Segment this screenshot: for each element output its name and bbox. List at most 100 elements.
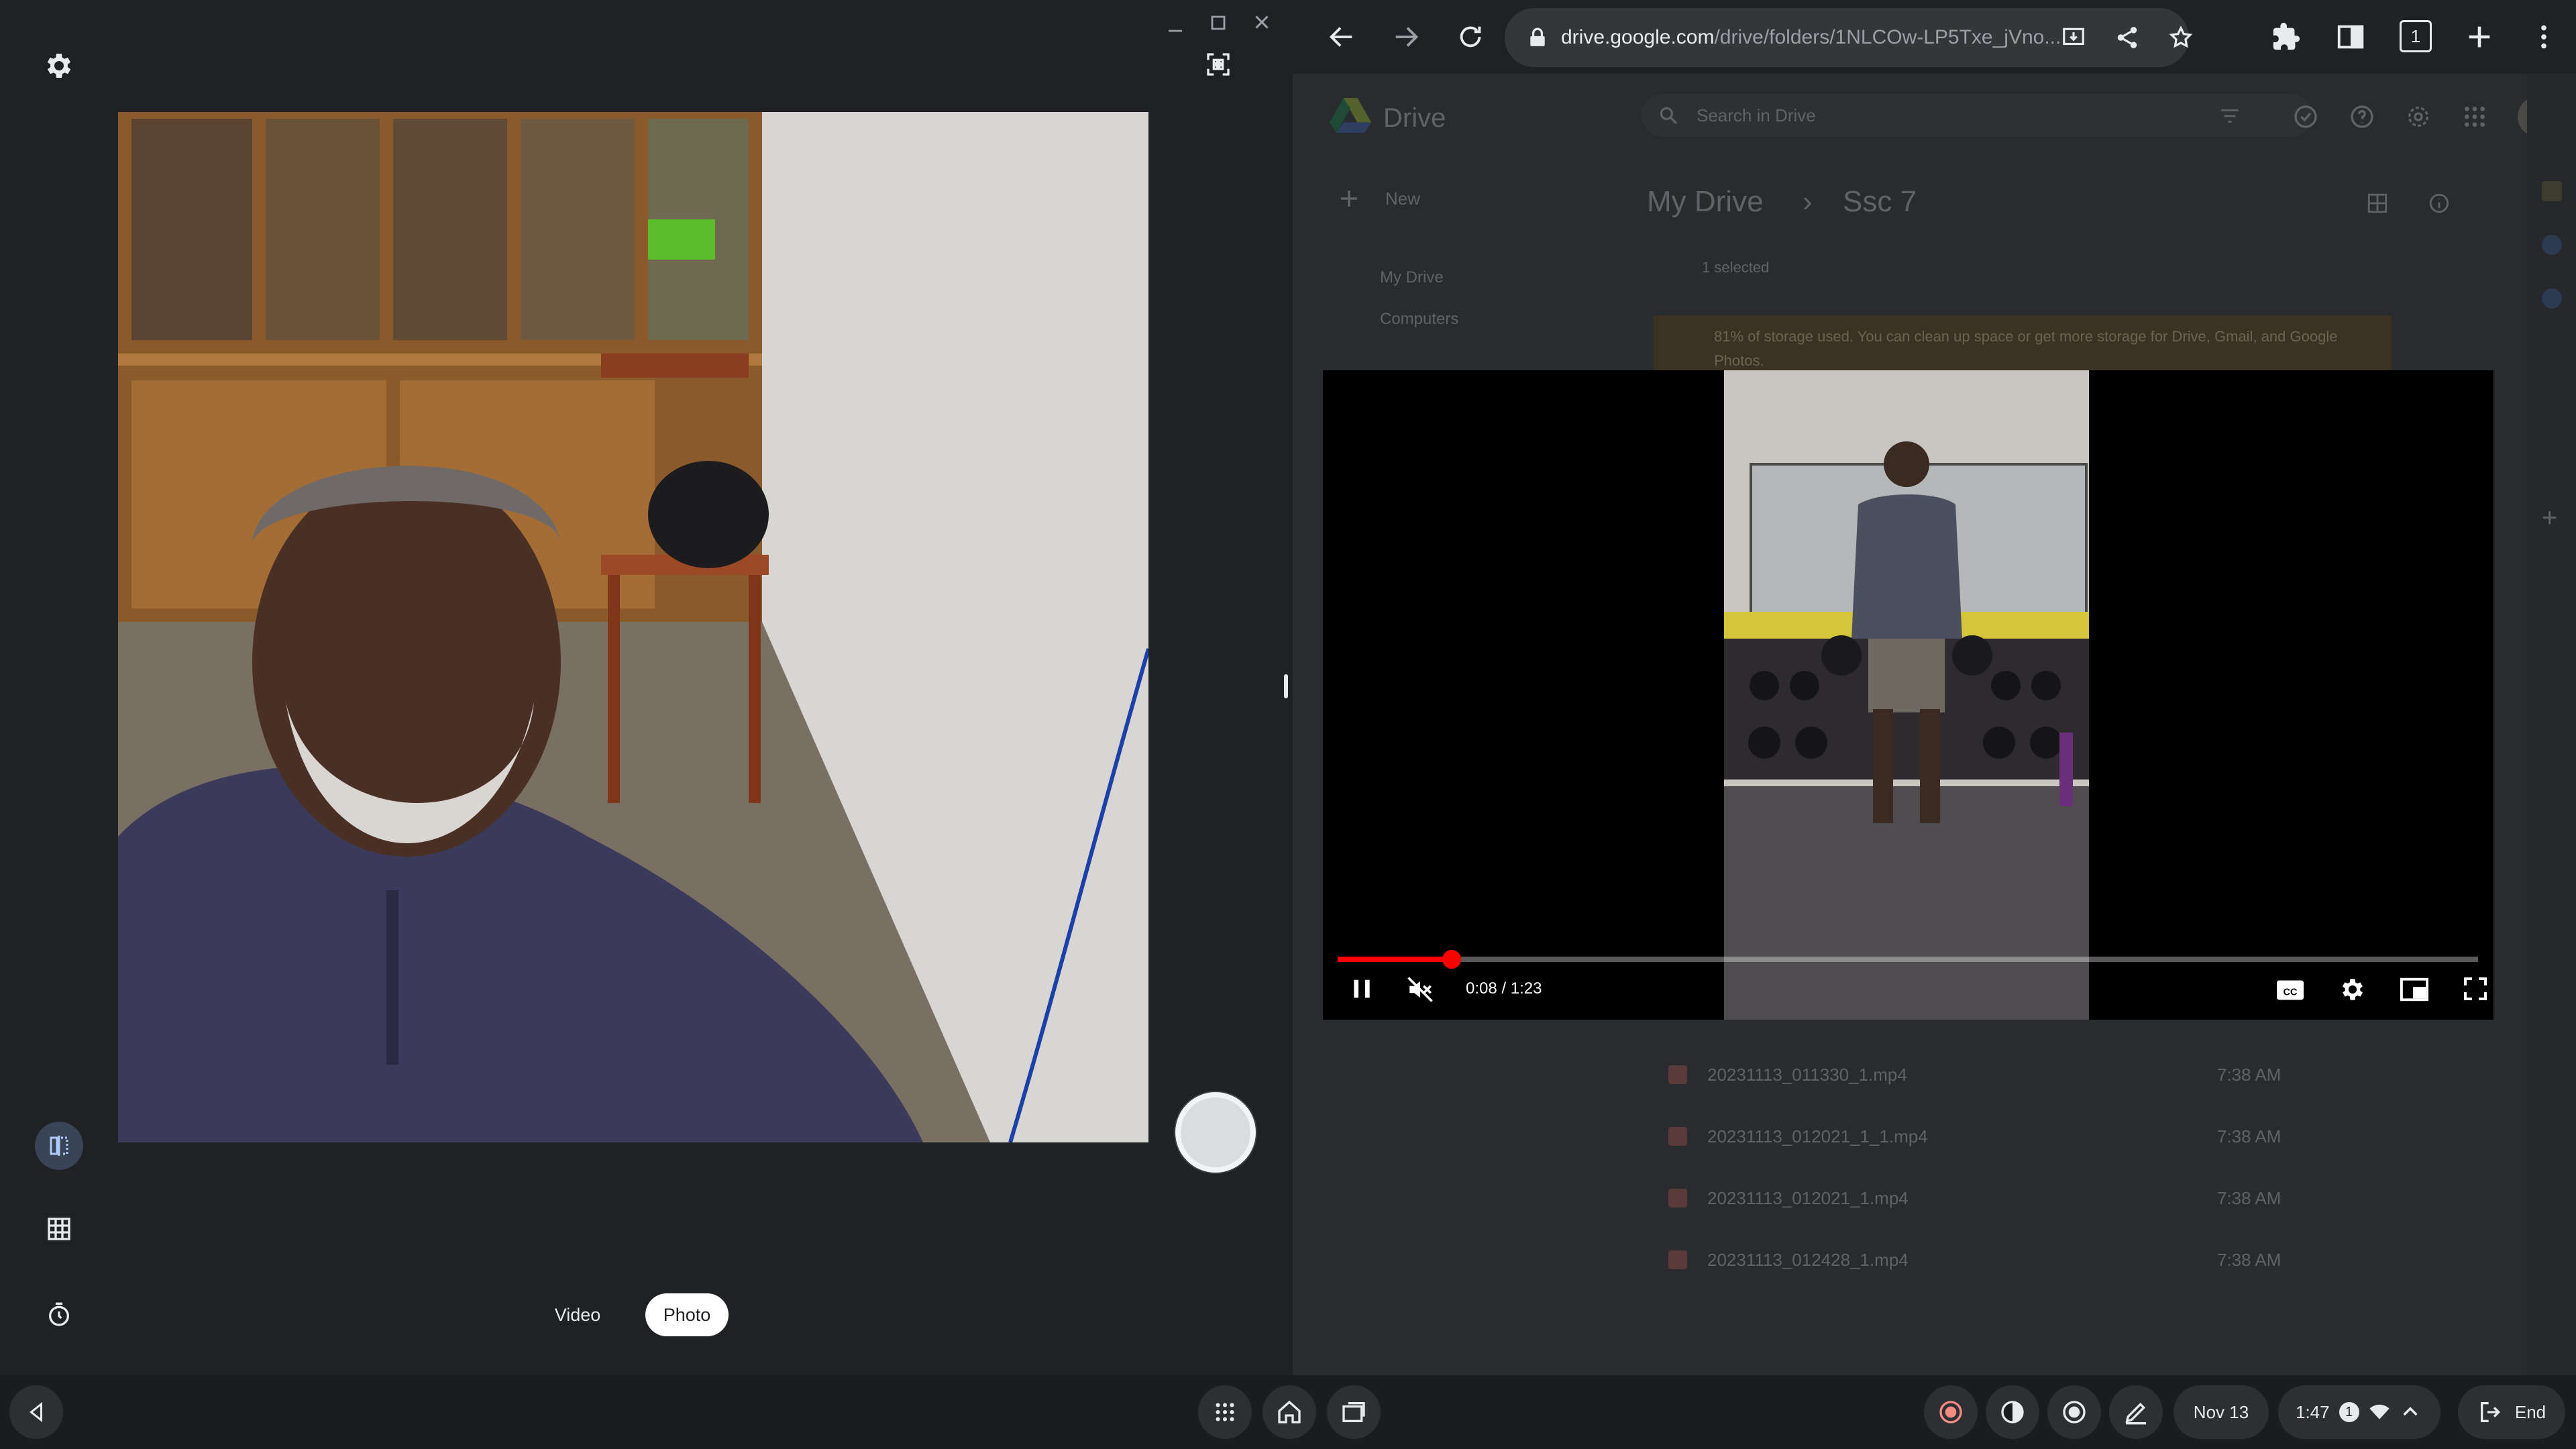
back-icon[interactable] bbox=[1326, 21, 1357, 52]
browser-menu-icon[interactable] bbox=[2528, 21, 2559, 52]
back-gesture-icon[interactable] bbox=[9, 1385, 63, 1439]
drive-settings-icon[interactable] bbox=[2405, 103, 2432, 137]
drive-search-placeholder: Search in Drive bbox=[1697, 105, 1816, 125]
forward-icon[interactable] bbox=[1391, 21, 1421, 52]
apps-grid-icon[interactable] bbox=[2461, 103, 2488, 137]
camera-viewfinder bbox=[118, 112, 1148, 1142]
selfie-cam-icon[interactable] bbox=[2047, 1385, 2101, 1439]
file-row[interactable]: 20231113_012021_1_1.mp4 7:38 AM bbox=[1668, 1106, 2500, 1167]
overview-icon[interactable] bbox=[1327, 1385, 1381, 1439]
end-session-label: End bbox=[2514, 1401, 2546, 1422]
storage-banner: 81% of storage used. You can clean up sp… bbox=[1654, 315, 2392, 376]
video-time-display: 0:08 / 1:23 bbox=[1466, 979, 1542, 998]
drive-new-label: New bbox=[1385, 188, 1421, 209]
offline-status-icon[interactable] bbox=[2292, 103, 2319, 137]
mode-photo-button[interactable]: Photo bbox=[645, 1293, 729, 1336]
video-file-icon bbox=[1668, 1189, 1687, 1208]
captions-icon[interactable]: CC bbox=[2275, 977, 2305, 1004]
system-shelf: Nov 13 1:47 1 End bbox=[0, 1375, 2576, 1449]
video-file-icon bbox=[1668, 1127, 1687, 1146]
file-time: 7:38 AM bbox=[2217, 1064, 2282, 1085]
nav-item-computers[interactable]: Computers bbox=[1380, 310, 1458, 329]
selection-count: 1 selected bbox=[1702, 259, 1770, 276]
drive-new-button[interactable]: New bbox=[1337, 186, 1420, 211]
share-icon[interactable] bbox=[2114, 25, 2140, 50]
search-filter-icon[interactable] bbox=[2218, 105, 2241, 127]
file-name: 20231113_012021_1.mp4 bbox=[1707, 1187, 1909, 1208]
mute-icon[interactable] bbox=[1406, 975, 1434, 1004]
camera-settings-icon[interactable] bbox=[43, 50, 75, 82]
file-name: 20231113_011330_1.mp4 bbox=[1707, 1064, 1907, 1085]
video-settings-icon[interactable] bbox=[2339, 975, 2367, 1004]
maximize-window-icon[interactable] bbox=[1209, 13, 1228, 32]
drive-page: Drive Search in Drive New My Drive Compu… bbox=[1293, 74, 2576, 1375]
contacts-icon[interactable] bbox=[2542, 288, 2562, 309]
url-host: drive.google.com bbox=[1561, 26, 1715, 48]
file-row[interactable]: 20231113_012021_1.mp4 7:38 AM bbox=[1668, 1167, 2500, 1229]
mode-video-button[interactable]: Video bbox=[530, 1296, 625, 1334]
breadcrumb-my-drive[interactable]: My Drive bbox=[1647, 185, 1764, 219]
date-tray-button[interactable]: Nov 13 bbox=[2174, 1385, 2269, 1439]
address-bar[interactable]: drive.google.com /drive/folders/1NLCOw-L… bbox=[1505, 8, 2193, 67]
tasks-icon[interactable] bbox=[2542, 235, 2562, 255]
wifi-icon bbox=[2369, 1404, 2390, 1419]
file-row[interactable]: 20231113_011330_1.mp4 7:38 AM bbox=[1668, 1044, 2500, 1106]
bookmark-star-icon[interactable] bbox=[2168, 25, 2194, 50]
picture-in-picture-icon[interactable] bbox=[2399, 975, 2430, 1004]
tab-count-button[interactable]: 1 bbox=[2400, 20, 2432, 52]
file-time: 7:38 AM bbox=[2217, 1187, 2282, 1208]
search-icon bbox=[1658, 105, 1679, 126]
breadcrumb-separator: › bbox=[1803, 185, 1813, 218]
grid-view-icon[interactable] bbox=[2366, 192, 2389, 215]
breadcrumb-current-folder[interactable]: Ssc 7 bbox=[1843, 185, 1917, 219]
video-file-icon bbox=[1668, 1250, 1687, 1269]
calendar-icon[interactable] bbox=[2542, 181, 2562, 201]
grid-icon[interactable] bbox=[46, 1216, 72, 1242]
new-tab-icon[interactable] bbox=[2464, 21, 2495, 52]
qr-scan-icon[interactable] bbox=[1205, 51, 1232, 78]
drive-side-panel: + bbox=[2527, 74, 2576, 1375]
browser-window: drive.google.com /drive/folders/1NLCOw-L… bbox=[1293, 0, 2576, 1375]
file-time: 7:38 AM bbox=[2217, 1249, 2282, 1270]
status-tray-button[interactable]: 1:47 1 bbox=[2278, 1385, 2440, 1439]
contrast-toggle-icon[interactable] bbox=[1986, 1385, 2039, 1439]
reload-icon[interactable] bbox=[1455, 21, 1486, 52]
launcher-icon[interactable] bbox=[1198, 1385, 1252, 1439]
svg-text:CC: CC bbox=[2284, 987, 2298, 998]
stylus-pen-icon[interactable] bbox=[2109, 1385, 2163, 1439]
video-player[interactable]: 0:08 / 1:23 CC bbox=[1323, 370, 2493, 1020]
file-row[interactable]: 20231113_012428_1.mp4 7:38 AM bbox=[1668, 1229, 2500, 1291]
timer-icon[interactable] bbox=[46, 1301, 72, 1328]
nav-item-my-drive[interactable]: My Drive bbox=[1380, 268, 1444, 287]
extensions-puzzle-icon[interactable] bbox=[2271, 21, 2302, 52]
end-session-button[interactable]: End bbox=[2458, 1385, 2565, 1439]
video-progress-bar[interactable] bbox=[1338, 950, 2478, 969]
mirror-toggle-button[interactable] bbox=[35, 1122, 83, 1170]
file-time: 7:38 AM bbox=[2217, 1126, 2282, 1146]
home-icon[interactable] bbox=[1263, 1385, 1316, 1439]
split-view-handle[interactable] bbox=[1284, 674, 1288, 698]
drive-logo-text: Drive bbox=[1383, 103, 1446, 133]
install-app-icon[interactable] bbox=[2061, 25, 2086, 50]
close-window-icon[interactable] bbox=[1252, 12, 1272, 32]
video-progress-knob[interactable] bbox=[1442, 950, 1461, 969]
fullscreen-icon[interactable] bbox=[2462, 975, 2489, 1002]
add-addon-icon[interactable]: + bbox=[2542, 503, 2557, 533]
help-icon[interactable] bbox=[2349, 103, 2375, 137]
info-icon[interactable] bbox=[2428, 192, 2451, 215]
camera-app-window: Video Photo bbox=[0, 0, 1293, 1375]
browser-toolbar: drive.google.com /drive/folders/1NLCOw-L… bbox=[1293, 0, 2576, 74]
file-name: 20231113_012021_1_1.mp4 bbox=[1707, 1126, 1928, 1146]
shutter-button[interactable] bbox=[1175, 1092, 1256, 1173]
clock-time: 1:47 bbox=[2296, 1401, 2330, 1422]
drive-search-box[interactable]: Search in Drive bbox=[1642, 94, 2312, 137]
plus-icon bbox=[1341, 191, 1357, 207]
exit-icon bbox=[2480, 1402, 2500, 1422]
video-file-icon bbox=[1668, 1065, 1687, 1084]
pause-icon[interactable] bbox=[1348, 975, 1375, 1002]
minimize-window-icon[interactable] bbox=[1166, 19, 1185, 38]
screen-record-stop-icon[interactable] bbox=[1924, 1385, 1978, 1439]
chevron-up-icon bbox=[2403, 1407, 2418, 1416]
side-panel-icon[interactable] bbox=[2335, 21, 2366, 52]
storage-banner-text: 81% of storage used. You can clean up sp… bbox=[1714, 328, 2338, 369]
